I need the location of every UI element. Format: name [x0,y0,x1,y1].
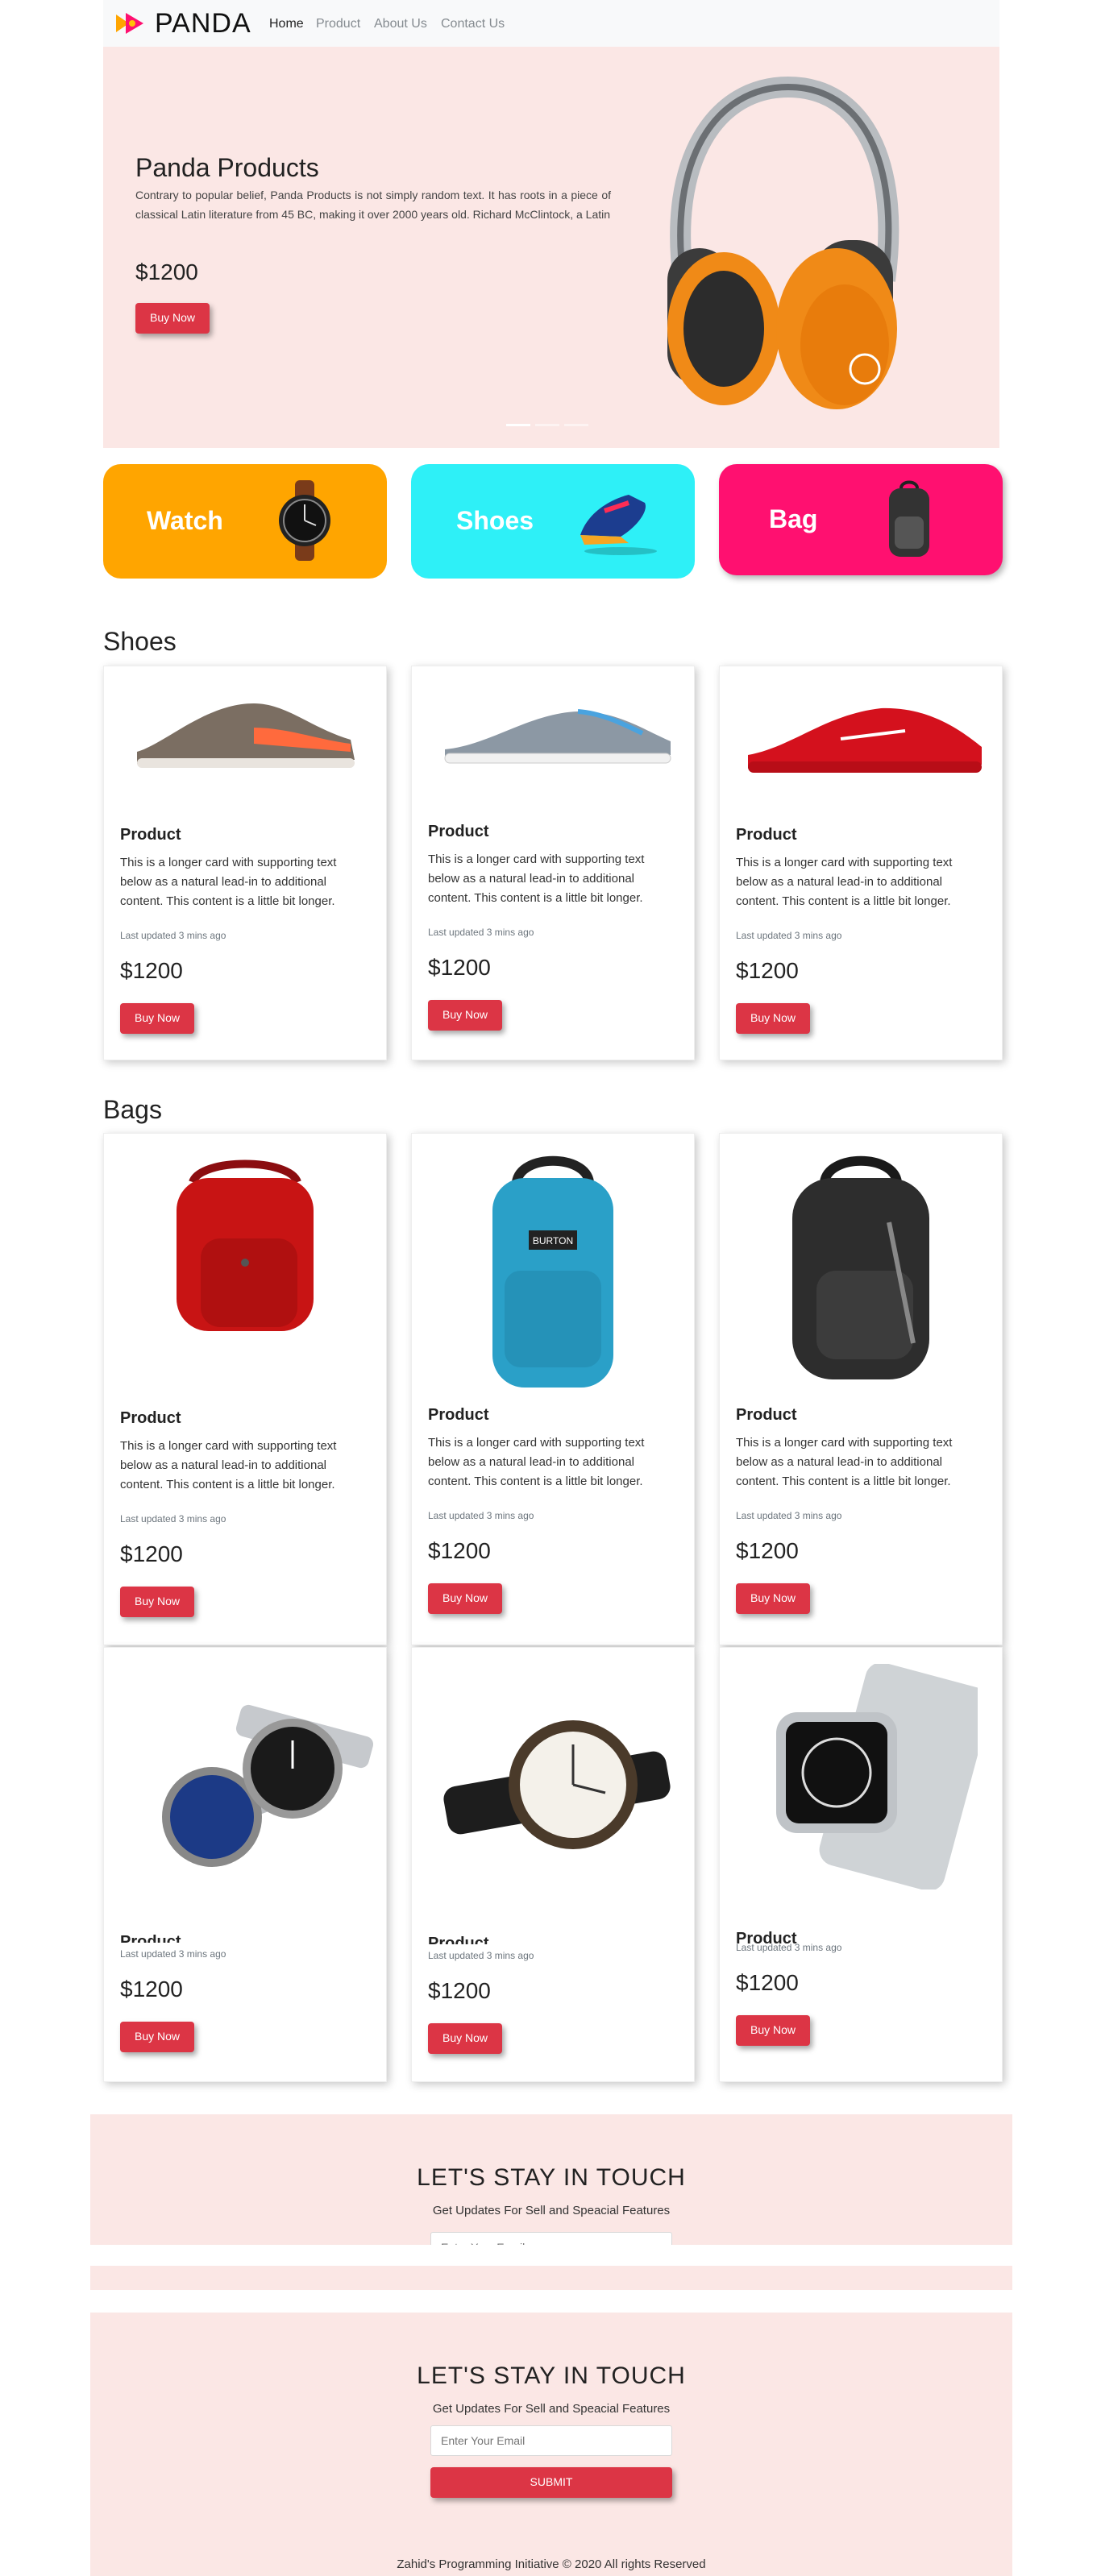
sneaker-grey-orange-image [137,703,355,768]
buy-now-button[interactable]: Buy Now [428,1583,502,1614]
nav-home[interactable]: Home [269,16,304,32]
leather-watch-image [443,1720,671,1849]
buy-now-button[interactable]: Buy Now [120,1003,194,1034]
category-bag[interactable]: Bag [719,464,1003,575]
product-card: Product This is a longer card with suppo… [103,666,387,1060]
newsletter-section-1-bottom [90,2266,1012,2290]
card-price: $1200 [736,1538,799,1563]
hero-carousel: Panda Products Contrary to popular belie… [103,47,999,448]
footer-copyright: Zahid's Programming Initiative © 2020 Al… [397,2557,706,2571]
card-title: Product [120,826,181,844]
product-card: Product This is a longer card with suppo… [103,1133,387,1645]
card-meta: Last updated 3 mins ago [736,930,842,941]
smartwatch-image [776,1664,978,1889]
newsletter-title: LET'S STAY IN TOUCH [417,2164,686,2191]
card-title: Product [736,1406,797,1424]
backpack-icon [889,480,929,557]
card-title: Product [428,1935,489,1944]
buy-now-button[interactable]: Buy Now [428,1000,502,1031]
card-price: $1200 [428,1978,491,2003]
buy-now-button[interactable]: Buy Now [120,2022,194,2052]
email-input[interactable] [430,2425,672,2456]
newsletter-subtitle: Get Updates For Sell and Speacial Featur… [432,2402,671,2416]
buy-now-button[interactable]: Buy Now [736,2015,810,2046]
card-text: This is a longer card with supporting te… [120,1439,337,1491]
nav-contact-us[interactable]: Contact Us [441,16,505,32]
buy-now-button[interactable]: Buy Now [736,1003,810,1034]
hero-title: Panda Products [135,153,319,182]
watch-icon [279,480,330,561]
category-label: Shoes [456,506,534,535]
card-title: Product [736,826,797,844]
two-watches-image [162,1704,373,1867]
card-meta: Last updated 3 mins ago [120,1948,226,1960]
product-card: Product Last updated 3 mins ago $1200 Bu… [411,1647,695,2082]
product-card: BURTON Product This is a longer card wit… [411,1133,695,1645]
card-meta: Last updated 3 mins ago [736,1942,842,1953]
nav-product[interactable]: Product [316,16,360,32]
red-backpack-image [177,1159,314,1331]
navbar: PANDA Home Product About Us Contact Us [103,0,999,47]
card-price: $1200 [428,1538,491,1563]
carousel-indicator-active[interactable] [506,424,530,426]
hero-buy-now-button[interactable]: Buy Now [135,303,210,334]
card-price: $1200 [120,1541,183,1566]
category-watch[interactable]: Watch [103,464,387,579]
section-title-bags: Bags [103,1095,162,1124]
sneaker-grey-white-image [444,709,671,764]
product-card: Product This is a longer card with suppo… [719,1133,1003,1645]
carousel-indicator[interactable] [564,424,588,426]
category-label: Bag [769,504,818,533]
card-title: Product [428,823,489,840]
newsletter-subtitle: Get Updates For Sell and Speacial Featur… [432,2204,671,2217]
card-meta: Last updated 3 mins ago [428,1950,534,1961]
nav-about-us[interactable]: About Us [374,16,427,32]
black-backpack-image [792,1155,929,1379]
category-label: Watch [147,506,223,535]
card-text: This is a longer card with supporting te… [736,856,953,908]
carousel-indicators[interactable] [506,424,596,427]
product-card: Product Last updated 3 mins ago $1200 Bu… [719,1647,1003,2082]
card-title: Product [120,1409,181,1427]
newsletter-section-1: LET'S STAY IN TOUCH Get Updates For Sell… [90,2114,1012,2245]
brand-name[interactable]: PANDA [155,7,251,39]
section-title-shoes: Shoes [103,627,177,656]
card-text: This is a longer card with supporting te… [120,856,337,908]
card-title: Product [428,1406,489,1424]
category-shoes[interactable]: Shoes [411,464,695,579]
card-meta: Last updated 3 mins ago [120,1513,226,1524]
newsletter-title: LET'S STAY IN TOUCH [417,2362,686,2389]
buy-now-button[interactable]: Buy Now [428,2023,502,2054]
shoe-icon [580,495,657,555]
card-meta: Last updated 3 mins ago [428,1510,534,1521]
card-price: $1200 [736,958,799,983]
card-meta: Last updated 3 mins ago [736,1510,842,1521]
product-card: Product This is a longer card with suppo… [719,666,1003,1060]
burton-tag: BURTON [533,1235,573,1247]
email-input[interactable] [430,2232,672,2245]
card-price: $1200 [428,955,491,980]
product-card: Product Last updated 3 mins ago $1200 Bu… [103,1647,387,2082]
headphones-image [667,76,899,409]
carousel-indicator[interactable] [535,424,559,426]
product-card: Product This is a longer card with suppo… [411,666,695,1060]
sneaker-red-image [748,707,982,773]
card-price: $1200 [120,958,183,983]
card-text: This is a longer card with supporting te… [428,852,645,905]
card-meta: Last updated 3 mins ago [120,930,226,941]
hero-price: $1200 [135,259,198,284]
hero-description: Contrary to popular belief, Panda Produc… [135,189,611,221]
card-price: $1200 [120,1977,183,2001]
buy-now-button[interactable]: Buy Now [120,1587,194,1617]
card-price: $1200 [736,1970,799,1995]
card-text: This is a longer card with supporting te… [736,1436,953,1488]
card-text: This is a longer card with supporting te… [428,1436,645,1488]
card-title: Product [120,1933,181,1943]
card-meta: Last updated 3 mins ago [428,927,534,938]
blue-backpack-image: BURTON [492,1155,613,1388]
logo-icon[interactable] [116,13,152,34]
buy-now-button[interactable]: Buy Now [736,1583,810,1614]
submit-button[interactable]: SUBMIT [430,2467,672,2498]
newsletter-section-2: LET'S STAY IN TOUCH Get Updates For Sell… [90,2313,1012,2576]
